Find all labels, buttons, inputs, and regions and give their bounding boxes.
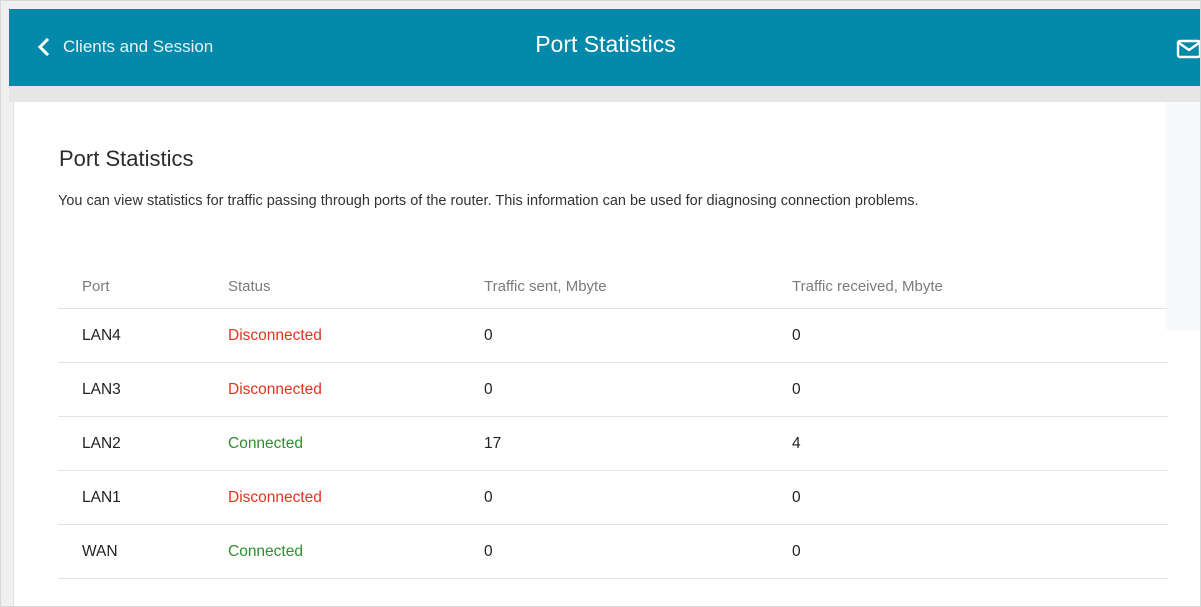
section-heading: Port Statistics bbox=[59, 146, 194, 171]
traffic-received-value: 0 bbox=[792, 542, 801, 560]
table-row: LAN1 Disconnected 0 0 bbox=[58, 471, 1168, 525]
traffic-received-value: 0 bbox=[792, 326, 801, 344]
status-text: Disconnected bbox=[228, 488, 322, 506]
traffic-sent-value: 0 bbox=[484, 326, 493, 344]
status-text: Connected bbox=[228, 542, 303, 560]
table-header-row: Port Status Traffic sent, Mbyte Traffic … bbox=[58, 264, 1168, 309]
traffic-received-value: 0 bbox=[792, 380, 801, 398]
table-row: LAN2 Connected 17 4 bbox=[58, 417, 1168, 471]
port-name: WAN bbox=[82, 542, 118, 560]
column-header-port: Port bbox=[82, 277, 110, 295]
scroll-edge-shadow bbox=[1166, 102, 1200, 330]
status-text: Connected bbox=[228, 434, 303, 452]
port-name: LAN4 bbox=[82, 326, 121, 344]
traffic-sent-value: 0 bbox=[484, 542, 493, 560]
traffic-sent-value: 17 bbox=[484, 434, 502, 452]
column-header-traffic-sent: Traffic sent, Mbyte bbox=[484, 277, 607, 295]
traffic-sent-value: 0 bbox=[484, 488, 493, 506]
table-row: LAN3 Disconnected 0 0 bbox=[58, 363, 1168, 417]
traffic-sent-value: 0 bbox=[484, 380, 493, 398]
status-text: Disconnected bbox=[228, 380, 322, 398]
port-statistics-table: Port Status Traffic sent, Mbyte Traffic … bbox=[58, 264, 1168, 579]
mail-icon[interactable] bbox=[1176, 39, 1201, 59]
table-row: LAN4 Disconnected 0 0 bbox=[58, 309, 1168, 363]
traffic-received-value: 0 bbox=[792, 488, 801, 506]
port-name: LAN3 bbox=[82, 380, 121, 398]
section-description: You can view statistics for traffic pass… bbox=[58, 193, 919, 209]
column-header-traffic-received: Traffic received, Mbyte bbox=[792, 277, 943, 295]
port-name: LAN1 bbox=[82, 488, 121, 506]
traffic-received-value: 4 bbox=[792, 434, 801, 452]
port-name: LAN2 bbox=[82, 434, 121, 452]
app-frame: Clients and Session Port Statistics Port… bbox=[0, 0, 1201, 607]
status-text: Disconnected bbox=[228, 326, 322, 344]
column-header-status: Status bbox=[228, 277, 271, 295]
header-divider-strip bbox=[9, 86, 1200, 102]
page-title: Port Statistics bbox=[535, 31, 676, 57]
content-card: Port Statistics You can view statistics … bbox=[13, 102, 1200, 606]
table-row: WAN Connected 0 0 bbox=[58, 525, 1168, 579]
top-bar: Clients and Session Port Statistics bbox=[9, 9, 1201, 86]
